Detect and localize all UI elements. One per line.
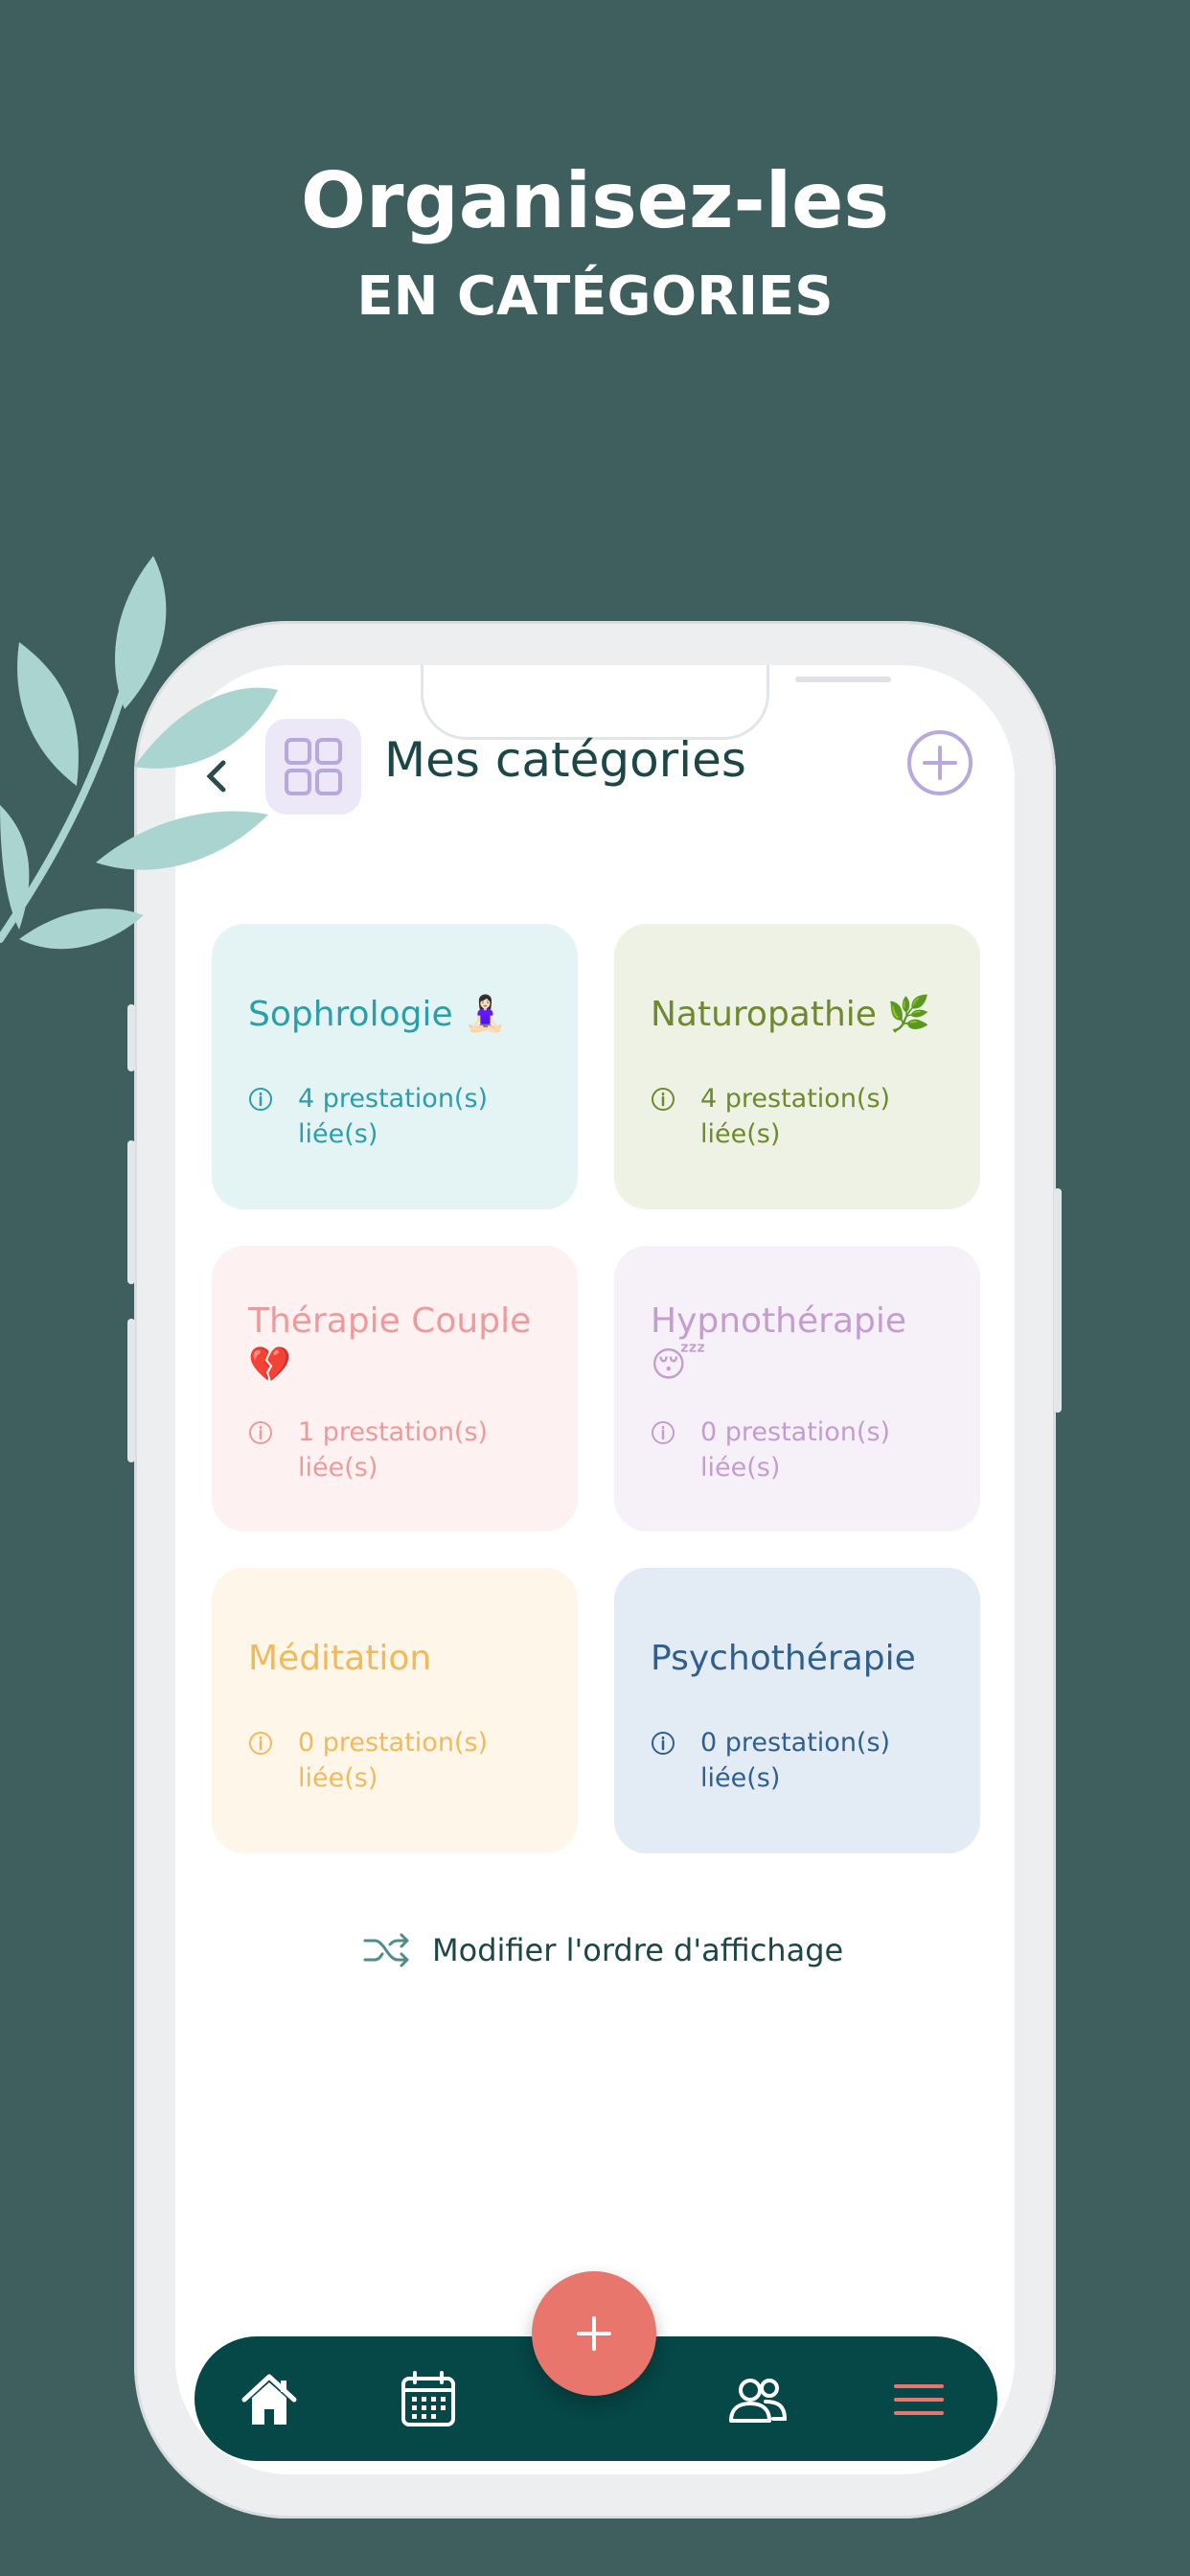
plus-icon	[577, 2316, 611, 2351]
category-service-count: 4 prestation(s) liée(s)	[700, 1084, 891, 1149]
phone-volume-down-button	[127, 1319, 135, 1462]
phone-speaker	[795, 677, 891, 682]
phone-volume-up-button	[127, 1140, 135, 1284]
add-category-button[interactable]	[907, 730, 973, 795]
category-card[interactable]: Méditation 0 prestation(s) liée(s)	[212, 1568, 578, 1853]
category-service-count: 0 prestation(s) liée(s)	[298, 1728, 489, 1793]
phone-side-button	[127, 1004, 135, 1071]
plus-circle-icon	[923, 746, 957, 780]
leaf-decoration-icon	[0, 556, 278, 950]
promo-subtitle: EN CATÉGORIES	[356, 265, 834, 328]
promo-headline: Organisez-les EN CATÉGORIES	[0, 144, 1190, 335]
clients-icon[interactable]	[727, 2369, 789, 2430]
category-card[interactable]: Naturopathie 🌿 4 prestation(s) liée(s)	[614, 924, 980, 1209]
category-name: Psychothérapie	[651, 1639, 916, 1678]
category-name: Thérapie Couple 💔	[248, 1301, 532, 1385]
calendar-icon[interactable]	[398, 2369, 459, 2430]
menu-icon[interactable]	[888, 2369, 950, 2430]
category-service-count: 1 prestation(s) liée(s)	[298, 1417, 489, 1483]
info-icon	[249, 1421, 272, 1444]
category-service-count: 0 prestation(s) liée(s)	[700, 1417, 891, 1483]
add-appointment-button[interactable]	[532, 2271, 656, 2396]
reorder-label: Modifier l'ordre d'affichage	[432, 1932, 844, 1968]
category-name: Hypnothérapie 😴	[651, 1301, 907, 1385]
shuffle-icon	[363, 1933, 409, 1967]
info-icon	[652, 1421, 675, 1444]
info-icon	[652, 1088, 675, 1111]
category-name: Sophrologie 🧘🏻‍♀️	[248, 995, 507, 1034]
category-service-count: 0 prestation(s) liée(s)	[700, 1728, 891, 1793]
category-service-count: 4 prestation(s) liée(s)	[298, 1084, 489, 1149]
info-icon	[249, 1732, 272, 1755]
info-icon	[249, 1088, 272, 1111]
category-card[interactable]: Psychothérapie 0 prestation(s) liée(s)	[614, 1568, 980, 1853]
promo-title: Organisez-les	[300, 156, 890, 245]
phone-notch	[421, 665, 891, 740]
category-name: Méditation	[248, 1639, 432, 1678]
info-icon	[652, 1732, 675, 1755]
category-name: Naturopathie 🌿	[651, 995, 931, 1034]
home-icon[interactable]	[239, 2369, 300, 2430]
category-card[interactable]: Hypnothérapie 😴 0 prestation(s) liée(s)	[614, 1246, 980, 1531]
page-title: Mes catégories	[384, 732, 746, 788]
category-card[interactable]: Thérapie Couple 💔 1 prestation(s) liée(s…	[212, 1246, 578, 1531]
phone-power-button	[1054, 1188, 1062, 1413]
reorder-button[interactable]: Modifier l'ordre d'affichage	[363, 1926, 843, 1974]
